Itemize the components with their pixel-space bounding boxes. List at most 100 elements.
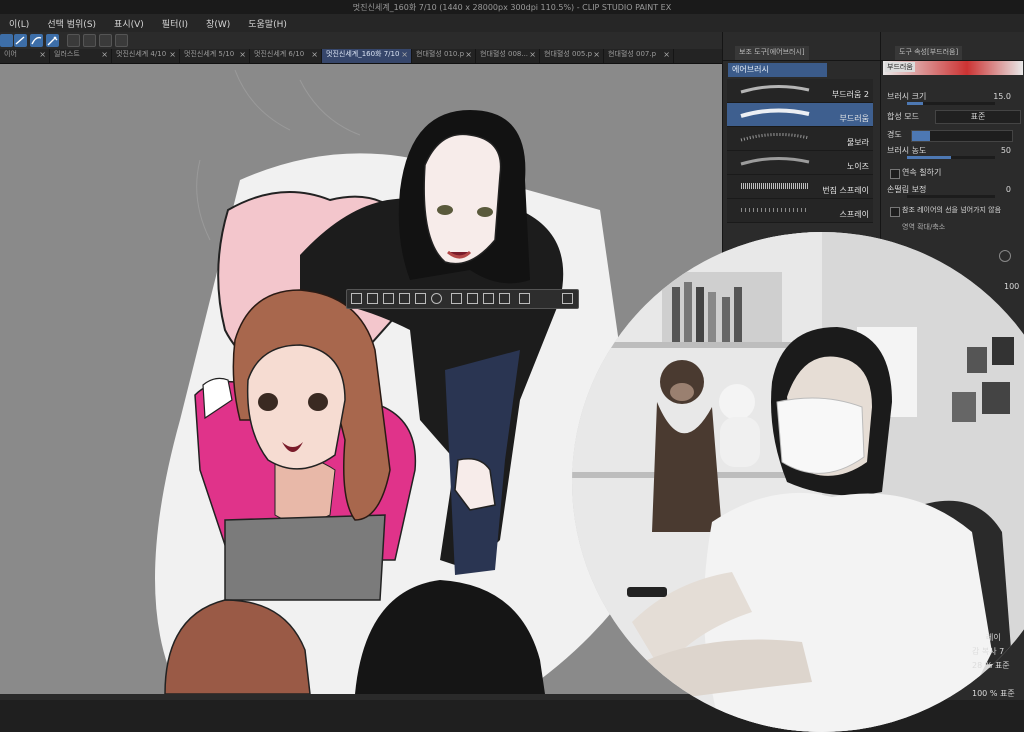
brush-item[interactable]: 노이즈 <box>727 151 873 175</box>
brush-item[interactable]: 부드러움 2 <box>727 79 873 103</box>
stabilization-row[interactable]: 손떨림 보정 0 <box>887 184 1021 200</box>
menu-window[interactable]: 창(W) <box>197 17 239 30</box>
copy-icon[interactable] <box>467 293 478 304</box>
close-icon[interactable]: × <box>529 50 536 59</box>
color-swap-icon[interactable] <box>83 34 96 47</box>
fill-icon[interactable] <box>499 293 510 304</box>
tab-doc[interactable]: 현대혈성 007.p × <box>604 49 674 63</box>
continuous-label: 연속 칠하기 <box>902 168 942 177</box>
close-icon[interactable]: × <box>311 50 318 59</box>
invert-selection-icon[interactable] <box>367 293 378 304</box>
blend-mode-label: 합성 모드 <box>887 112 919 121</box>
menu-filter[interactable]: 필터(I) <box>153 17 197 30</box>
tab-doc-active[interactable]: 멋진신세계_160화 7/10 × <box>322 49 412 63</box>
brush-group-header[interactable]: 에어브러시 <box>728 63 827 77</box>
hardness-selected <box>912 131 930 141</box>
settings-icon[interactable] <box>562 293 573 304</box>
brush-label: 번짐 스프레이 <box>822 186 869 195</box>
brush-group-label: 에어브러시 <box>732 65 769 74</box>
close-icon[interactable]: × <box>663 50 670 59</box>
close-icon[interactable]: × <box>401 50 408 59</box>
paste-icon[interactable] <box>483 293 494 304</box>
transform-icon[interactable] <box>67 34 80 47</box>
close-icon[interactable]: × <box>593 50 600 59</box>
menu-help[interactable]: 도움말(H) <box>239 17 296 30</box>
tab-doc[interactable]: 이어 × <box>0 49 50 63</box>
stabilization-slider[interactable] <box>907 195 995 198</box>
crop-icon[interactable] <box>415 293 426 304</box>
brush-size-value[interactable]: 15.0 <box>993 92 1011 101</box>
brush-item[interactable]: 물보라 <box>727 127 873 151</box>
close-icon[interactable]: × <box>169 50 176 59</box>
stabilize-line-icon[interactable] <box>14 34 27 47</box>
brush-density-slider[interactable] <box>907 156 995 159</box>
stabilization-value[interactable]: 0 <box>1006 185 1011 194</box>
brush-stroke-preview <box>740 84 810 94</box>
tab-label: 일러스트 <box>54 50 80 58</box>
selection-launcher <box>346 289 579 309</box>
tone-icon[interactable] <box>519 293 530 304</box>
close-icon[interactable]: × <box>465 50 472 59</box>
area-row[interactable]: 영역 확대/축소 <box>887 222 1021 238</box>
stabilize-pen-icon[interactable] <box>46 34 59 47</box>
deselect-icon[interactable] <box>351 293 362 304</box>
transform-icon[interactable] <box>431 293 442 304</box>
blend-mode-row[interactable]: 합성 모드 표준 <box>887 110 1021 127</box>
brush-item[interactable]: 스프레이 <box>727 199 873 223</box>
ref-layer-checkbox[interactable] <box>890 207 900 217</box>
close-icon[interactable]: × <box>39 50 46 59</box>
layer-item-label[interactable]: 100 % 표준 <box>972 688 1015 699</box>
close-icon[interactable]: × <box>101 50 108 59</box>
cut-icon[interactable] <box>451 293 462 304</box>
menu-view[interactable]: 표시(V) <box>105 17 153 30</box>
tab-doc[interactable]: 현대혈성 008... × <box>476 49 540 63</box>
hardness-label: 경도 <box>887 130 902 139</box>
sub-tool-tab[interactable]: 보조 도구[에어브러시] <box>735 46 809 60</box>
tab-label: 멋진신세계 6/10 <box>254 50 305 58</box>
layer-opacity-value[interactable]: 100 <box>1004 282 1019 291</box>
brush-size-label: 브러시 크기 <box>887 92 927 101</box>
tab-label: 멋진신세계 5/10 <box>184 50 235 58</box>
layer-icon[interactable] <box>99 34 112 47</box>
tab-doc[interactable]: 현대혈성 005.p × <box>540 49 604 63</box>
brush-density-row[interactable]: 브러시 농도 50 <box>887 145 1021 161</box>
reset-icon[interactable] <box>999 250 1011 262</box>
brush-stroke-preview <box>740 132 810 142</box>
shrink-selection-icon[interactable] <box>399 293 410 304</box>
brush-item-selected[interactable]: 부드러움 <box>727 103 873 127</box>
brush-label: 노이즈 <box>846 162 869 171</box>
hardness-selector[interactable] <box>911 130 1013 142</box>
tab-doc[interactable]: 현대혈성 010.p × <box>412 49 476 63</box>
grid-icon[interactable] <box>115 34 128 47</box>
slider-fill <box>907 156 951 159</box>
hardness-row[interactable]: 경도 <box>887 129 1021 145</box>
layer-item-label[interactable]: 감 복사 7 <box>972 646 1004 657</box>
brush-label: 부드러움 <box>839 114 869 123</box>
brush-size-slider[interactable] <box>907 102 995 105</box>
tool-property-tab-label: 도구 속성[부드러움] <box>899 48 959 56</box>
menu-selection[interactable]: 선택 범위(S) <box>38 17 105 30</box>
close-icon[interactable]: × <box>239 50 246 59</box>
brush-stroke-preview <box>741 208 809 212</box>
brush-item[interactable]: 번짐 스프레이 <box>727 175 873 199</box>
layer-item-label[interactable]: 레이 <box>986 632 1001 643</box>
brush-stroke-preview <box>740 156 810 166</box>
brush-size-row[interactable]: 브러시 크기 15.0 <box>887 91 1021 107</box>
expand-selection-icon[interactable] <box>383 293 394 304</box>
divider <box>723 60 881 61</box>
tab-doc[interactable]: 멋진신세계 6/10 × <box>250 49 322 63</box>
continuous-row[interactable]: 연속 칠하기 <box>887 166 1021 182</box>
brush-density-value[interactable]: 50 <box>1001 146 1011 155</box>
brush-preview: 부드러움 <box>883 61 1023 75</box>
stabilize-curve-icon[interactable] <box>30 34 43 47</box>
continuous-checkbox[interactable] <box>890 169 900 179</box>
tab-doc[interactable]: 일러스트 × <box>50 49 112 63</box>
blend-mode-select[interactable]: 표준 <box>935 110 1021 124</box>
menu-layer[interactable]: 이(L) <box>0 17 38 30</box>
tab-doc[interactable]: 멋진신세계 5/10 × <box>180 49 250 63</box>
tool-toggle-icon[interactable] <box>0 34 13 47</box>
ref-layer-row[interactable]: 참조 레이어의 선을 넘어가지 않음 <box>887 204 1021 220</box>
tool-property-tab[interactable]: 도구 속성[부드러움] <box>895 46 963 60</box>
tab-doc[interactable]: 멋진신세계 4/10 × <box>112 49 180 63</box>
layer-item-label[interactable]: 28 % 표준 <box>972 660 1010 671</box>
